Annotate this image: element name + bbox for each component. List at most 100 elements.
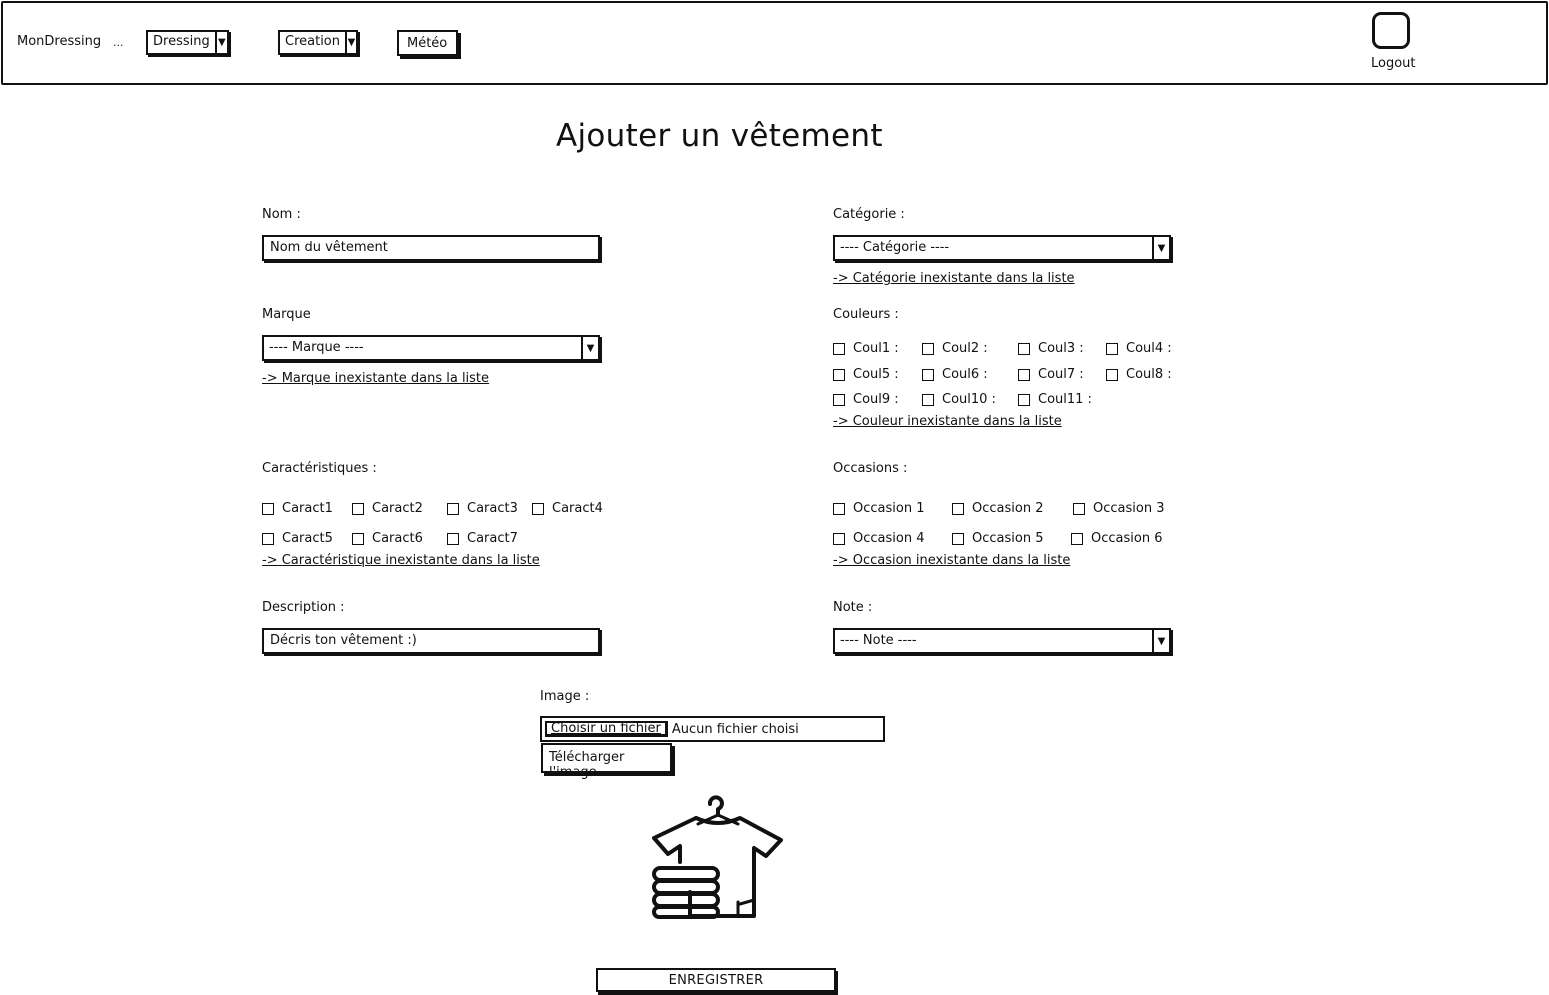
no-file-text: Aucun fichier choisi — [671, 721, 799, 737]
caract-checkbox[interactable]: Caract2 — [352, 501, 423, 516]
checkbox-icon — [1018, 342, 1030, 355]
couleur-checkbox[interactable]: Coul4 : — [1106, 341, 1172, 356]
occasion-checkbox[interactable]: Occasion 4 — [833, 531, 924, 546]
couleur-checkbox[interactable]: Coul7 : — [1018, 367, 1084, 382]
couleur-checkbox[interactable]: Coul8 : — [1106, 367, 1172, 382]
top-navbar — [1, 1, 1548, 85]
couleur-missing-link[interactable]: -> Couleur inexistante dans la liste — [833, 414, 1062, 429]
nom-input[interactable]: Nom du vêtement — [262, 235, 600, 261]
couleur-checkbox[interactable]: Coul2 : — [922, 341, 988, 356]
checkbox-icon — [1018, 368, 1030, 381]
checkbox-icon — [833, 342, 845, 355]
checkbox-icon — [833, 393, 845, 406]
file-input[interactable]: Choisir un fichier Aucun fichier choisi — [540, 716, 885, 742]
description-input[interactable]: Décris ton vêtement :) — [262, 628, 600, 654]
couleur-checkbox[interactable]: Coul1 : — [833, 341, 899, 356]
checkbox-icon — [922, 368, 934, 381]
page-title: Ajouter un vêtement — [556, 118, 883, 154]
dressing-dropdown[interactable]: Dressing ▼ — [146, 30, 229, 55]
checkbox-label: Coul7 : — [1038, 367, 1084, 382]
chevron-down-icon: ▼ — [214, 32, 227, 53]
checkbox-icon — [532, 502, 544, 515]
marque-label: Marque — [262, 307, 311, 322]
clothes-hanger-icon — [652, 795, 783, 919]
dressing-dropdown-label: Dressing — [153, 34, 210, 49]
image-label: Image : — [540, 689, 590, 704]
couleur-checkbox[interactable]: Coul3 : — [1018, 341, 1084, 356]
caract-checkbox[interactable]: Caract1 — [262, 501, 333, 516]
checkbox-label: Caract2 — [372, 501, 423, 516]
occasion-checkbox[interactable]: Occasion 3 — [1073, 501, 1164, 516]
checkbox-label: Coul5 : — [853, 367, 899, 382]
occasions-label: Occasions : — [833, 461, 908, 476]
checkbox-label: Caract3 — [467, 501, 518, 516]
checkbox-icon — [922, 342, 934, 355]
logout-icon[interactable] — [1372, 12, 1410, 49]
occasion-missing-link[interactable]: -> Occasion inexistante dans la liste — [833, 553, 1070, 568]
categorie-missing-link[interactable]: -> Catégorie inexistante dans la liste — [833, 271, 1075, 286]
checkbox-icon — [833, 502, 845, 515]
choose-file-button[interactable]: Choisir un fichier — [545, 721, 668, 737]
checkbox-label: Occasion 5 — [972, 531, 1044, 546]
nav-ellipsis: ... — [113, 36, 124, 49]
categorie-label: Catégorie : — [833, 207, 905, 222]
creation-dropdown-label: Creation — [285, 34, 341, 49]
checkbox-label: Caract1 — [282, 501, 333, 516]
checkbox-label: Coul11 : — [1038, 392, 1092, 407]
checkbox-icon — [1071, 532, 1083, 545]
caract-checkbox[interactable]: Caract4 — [532, 501, 603, 516]
chevron-down-icon: ▼ — [1152, 630, 1169, 652]
caract-checkbox[interactable]: Caract6 — [352, 531, 423, 546]
couleur-checkbox[interactable]: Coul9 : — [833, 392, 899, 407]
occasion-checkbox[interactable]: Occasion 2 — [952, 501, 1043, 516]
checkbox-label: Caract4 — [552, 501, 603, 516]
occasion-checkbox[interactable]: Occasion 6 — [1071, 531, 1162, 546]
caract-checkbox[interactable]: Caract5 — [262, 531, 333, 546]
couleur-checkbox[interactable]: Coul5 : — [833, 367, 899, 382]
upload-image-button[interactable]: Télécharger l'image — [541, 743, 672, 780]
save-button[interactable]: ENREGISTRER — [596, 968, 836, 992]
checkbox-icon — [922, 393, 934, 406]
checkbox-label: Occasion 2 — [972, 501, 1044, 516]
checkbox-label: Caract5 — [282, 531, 333, 546]
checkbox-label: Coul1 : — [853, 341, 899, 356]
checkbox-icon — [352, 532, 364, 545]
categorie-select[interactable]: ---- Catégorie ---- ▼ — [833, 235, 1171, 261]
creation-dropdown[interactable]: Creation ▼ — [278, 30, 358, 55]
categorie-select-value: ---- Catégorie ---- — [840, 240, 950, 255]
marque-select-value: ---- Marque ---- — [269, 340, 364, 355]
couleur-checkbox[interactable]: Coul6 : — [922, 367, 988, 382]
checkbox-icon — [952, 532, 964, 545]
occasion-checkbox[interactable]: Occasion 1 — [833, 501, 924, 516]
chevron-down-icon: ▼ — [345, 32, 356, 53]
checkbox-icon — [833, 532, 845, 545]
occasion-checkbox[interactable]: Occasion 5 — [952, 531, 1043, 546]
brand-name[interactable]: MonDressing — [17, 34, 101, 49]
couleurs-label: Couleurs : — [833, 307, 899, 322]
couleur-checkbox[interactable]: Coul10 : — [922, 392, 996, 407]
checkbox-icon — [1106, 368, 1118, 381]
checkbox-icon — [447, 502, 459, 515]
caract-checkbox[interactable]: Caract7 — [447, 531, 518, 546]
marque-select[interactable]: ---- Marque ---- ▼ — [262, 335, 600, 361]
note-select-value: ---- Note ---- — [840, 633, 917, 648]
caracteristique-missing-link[interactable]: -> Caractéristique inexistante dans la l… — [262, 553, 540, 568]
checkbox-label: Caract7 — [467, 531, 518, 546]
couleur-checkbox[interactable]: Coul11 : — [1018, 392, 1092, 407]
caracteristiques-label: Caractéristiques : — [262, 461, 377, 476]
checkbox-icon — [262, 532, 274, 545]
logout-label[interactable]: Logout — [1371, 56, 1416, 71]
checkbox-label: Occasion 6 — [1091, 531, 1163, 546]
checkbox-icon — [262, 502, 274, 515]
checkbox-icon — [1073, 502, 1085, 515]
note-select[interactable]: ---- Note ---- ▼ — [833, 628, 1171, 654]
chevron-down-icon: ▼ — [1152, 237, 1169, 259]
checkbox-label: Coul10 : — [942, 392, 996, 407]
meteo-button[interactable]: Météo — [397, 30, 459, 56]
marque-missing-link[interactable]: -> Marque inexistante dans la liste — [262, 371, 489, 386]
chevron-down-icon: ▼ — [581, 337, 598, 359]
checkbox-icon — [833, 368, 845, 381]
checkbox-icon — [447, 532, 459, 545]
checkbox-label: Coul3 : — [1038, 341, 1084, 356]
caract-checkbox[interactable]: Caract3 — [447, 501, 518, 516]
